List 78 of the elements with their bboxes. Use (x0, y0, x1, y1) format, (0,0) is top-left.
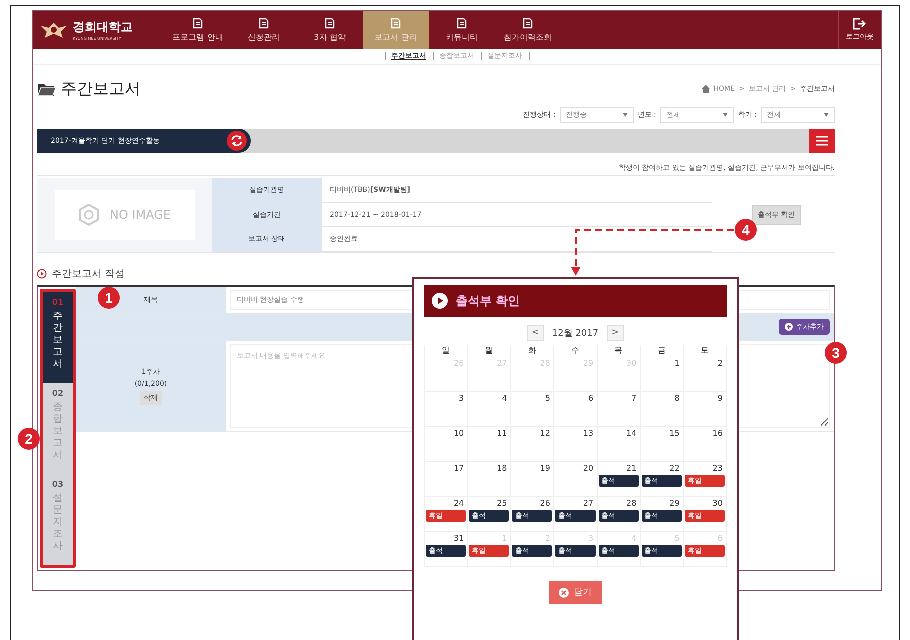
callout-number: 2 (18, 428, 40, 450)
document-icon (325, 18, 335, 28)
day-number: 17 (452, 463, 466, 475)
day-number: 2 (716, 358, 724, 370)
menu-icon (816, 136, 828, 146)
weekday-header: 목 (598, 345, 641, 357)
document-icon (457, 18, 467, 28)
weekday-header: 화 (511, 345, 554, 357)
day-number: 11 (496, 428, 508, 440)
day-number: 12 (539, 428, 552, 440)
day-number: 16 (712, 428, 724, 440)
document-icon (259, 18, 269, 28)
day-number: 19 (539, 463, 552, 475)
day-number: 28 (626, 498, 638, 510)
side-tab[interactable]: 02 종합보고서 (43, 383, 73, 474)
nav-menu-item[interactable]: 참가이력조회 (495, 11, 561, 49)
day-number: 18 (496, 463, 508, 475)
caret-icon (622, 113, 628, 117)
day-number: 29 (668, 498, 681, 510)
no-image-text: NO IMAGE (110, 208, 171, 222)
day-number: 1 (674, 358, 681, 370)
weekday-header: 토 (684, 345, 727, 357)
logo-icon (39, 21, 69, 39)
weekday-header: 금 (640, 345, 684, 357)
nav-menu-item[interactable]: 커뮤니티 (429, 11, 495, 49)
section-title: 주간보고서 작성 (52, 268, 126, 281)
day-number: 27 (582, 498, 595, 510)
day-number: 8 (674, 393, 681, 405)
previous-month-button[interactable]: < (526, 325, 544, 341)
weekday-header: 월 (468, 345, 512, 357)
day-number: 15 (668, 428, 681, 440)
day-number: 5 (544, 393, 552, 405)
logo-name[interactable]: 경희대학교 (73, 19, 133, 36)
next-month-button[interactable]: > (606, 325, 624, 341)
close-button[interactable]: 닫기 (549, 581, 602, 604)
play-circle-icon (37, 269, 47, 279)
refresh-icon[interactable] (227, 131, 247, 151)
day-number: 20 (582, 463, 595, 475)
page-title: 주간보고서 (61, 78, 141, 100)
weekday-header: 수 (554, 345, 598, 357)
home-icon (702, 85, 710, 93)
side-tab[interactable]: 01 주간보고서 (43, 292, 73, 383)
day-number: 23 (712, 463, 724, 475)
caret-icon (824, 113, 829, 117)
plus-icon (785, 323, 793, 331)
day-number: 9 (716, 393, 724, 405)
day-number: 31 (452, 533, 466, 545)
document-icon (391, 18, 401, 28)
folder-icon (37, 81, 57, 97)
day-number: 4 (501, 393, 508, 405)
hexagon-icon (78, 204, 100, 226)
side-tab[interactable]: 03 설문지조사 (43, 474, 73, 565)
day-number: 10 (452, 428, 466, 440)
day-number: 13 (582, 428, 595, 440)
day-number: 26 (539, 498, 552, 510)
caret-icon (723, 113, 728, 117)
day-number: 22 (668, 463, 681, 475)
document-icon (523, 18, 533, 28)
day-number: 21 (626, 463, 638, 475)
nav-menu-item[interactable]: 프로그램 안내 (165, 11, 231, 49)
day-number: 24 (452, 498, 466, 510)
weekday-header: 일 (425, 345, 468, 357)
nav-menu-item[interactable]: 3자 협약 (297, 11, 363, 49)
day-number: 6 (587, 393, 595, 405)
menu-button[interactable] (809, 129, 835, 153)
day-number: 7 (630, 393, 638, 405)
play-circle-icon (432, 293, 448, 309)
day-number: 3 (458, 393, 466, 405)
month-label: 12월 2017 (552, 328, 599, 340)
nav-menu-item[interactable]: 신청관리 (231, 11, 297, 49)
close-icon (559, 588, 569, 598)
logout-icon (853, 18, 867, 30)
day-number: 25 (496, 498, 508, 510)
document-icon (193, 18, 203, 28)
callout-number: 3 (825, 342, 847, 364)
day-number: 14 (626, 428, 638, 440)
popup-title: 출석부 확인 (456, 292, 520, 310)
day-number: 30 (712, 498, 724, 510)
